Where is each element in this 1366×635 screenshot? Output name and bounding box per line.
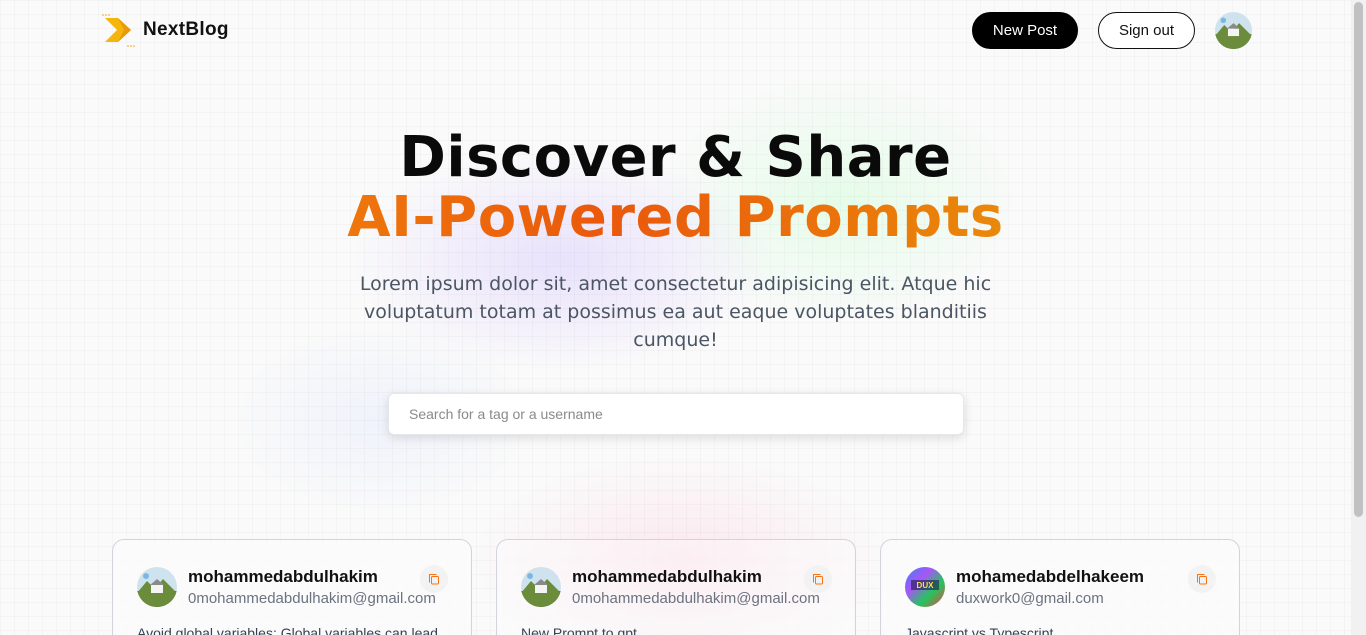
prompt-card[interactable]: DUX mohamedabdelhakeem duxwork0@gmail.co… <box>880 539 1240 635</box>
search-input[interactable] <box>388 393 964 435</box>
card-email: duxwork0@gmail.com <box>956 590 1104 607</box>
brand-logo-link[interactable]: NextBlog <box>100 12 229 48</box>
card-username[interactable]: mohammedabdulhakim <box>572 567 762 587</box>
copy-icon <box>1197 574 1207 585</box>
copy-button[interactable] <box>1188 565 1216 593</box>
hero-description: Lorem ipsum dolor sit, amet consectetur … <box>359 273 992 351</box>
card-username[interactable]: mohamedabdelhakeem <box>956 567 1144 587</box>
logo-chevron-icon <box>102 14 135 47</box>
copy-button[interactable] <box>804 565 832 593</box>
landscape-avatar-icon <box>521 567 561 607</box>
card-email: 0mohammedabdulhakim@gmail.com <box>188 590 436 607</box>
new-post-button[interactable]: New Post <box>972 12 1078 49</box>
card-avatar[interactable] <box>137 567 177 607</box>
card-avatar[interactable] <box>521 567 561 607</box>
card-prompt-text: New Prompt to gpt <box>521 625 637 635</box>
copy-icon <box>813 574 823 585</box>
svg-text:DUX: DUX <box>917 581 935 590</box>
copy-button[interactable] <box>420 565 448 593</box>
profile-avatar[interactable] <box>1215 12 1252 49</box>
prompt-card[interactable]: mohammedabdulhakim 0mohammedabdulhakim@g… <box>496 539 856 635</box>
hero-section: Discover & Share AI-Powered Prompts Lore… <box>0 128 1351 354</box>
card-prompt-text: Javascript vs Typescript <box>905 625 1054 635</box>
hero-title-line2: AI-Powered Prompts <box>0 188 1351 248</box>
landscape-avatar-icon <box>1215 12 1252 49</box>
card-prompt-text: Avoid global variables: Global variables… <box>137 625 438 635</box>
card-username[interactable]: mohammedabdulhakim <box>188 567 378 587</box>
card-avatar[interactable]: DUX <box>905 567 945 607</box>
vertical-scrollbar[interactable] <box>1351 0 1366 635</box>
copy-icon <box>429 574 439 585</box>
dux-logo-avatar-icon: DUX <box>905 567 945 607</box>
sign-out-button[interactable]: Sign out <box>1098 12 1195 49</box>
hero-title-line1: Discover & Share <box>399 125 952 190</box>
scrollbar-thumb[interactable] <box>1354 2 1363 517</box>
top-navbar: NextBlog New Post Sign out <box>0 0 1351 62</box>
card-email: 0mohammedabdulhakim@gmail.com <box>572 590 820 607</box>
landscape-avatar-icon <box>137 567 177 607</box>
brand-name: NextBlog <box>143 19 229 40</box>
prompt-card[interactable]: mohammedabdulhakim 0mohammedabdulhakim@g… <box>112 539 472 635</box>
